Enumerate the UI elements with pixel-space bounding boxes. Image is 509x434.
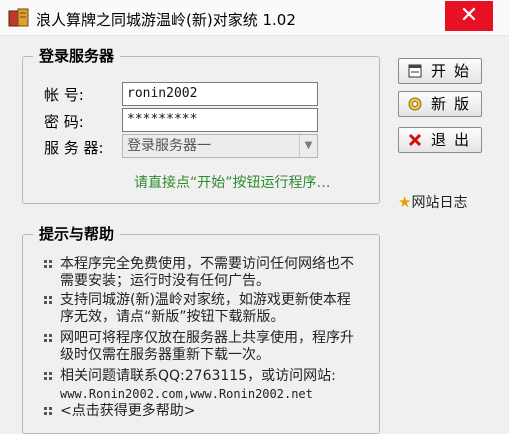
password-label: 密 码: xyxy=(44,113,84,131)
app-book-icon xyxy=(8,8,29,27)
help-item: 支持同城游(新)温岭对家统，如游戏更新使本程序无效，请点“新版”按钮下载新版。 xyxy=(44,292,360,326)
start-button-label: 开始 xyxy=(431,62,478,80)
exit-button-label: 退出 xyxy=(431,131,478,149)
window-title: 浪人算牌之同城游温岭(新)对家统 1.02 xyxy=(36,11,296,29)
exit-button[interactable]: 退出 xyxy=(398,127,482,153)
help-item: 本程序完全免费使用，不需要访问任何网络也不需要安装；运行时没有任何广告。 xyxy=(44,256,360,290)
server-select[interactable]: 登录服务器一 ▼ xyxy=(122,134,318,158)
title-bar: 浪人算牌之同城游温岭(新)对家统 1.02 ✕ xyxy=(0,0,509,36)
account-label: 帐 号: xyxy=(44,86,84,104)
update-button[interactable]: 新版 xyxy=(398,91,482,117)
four-dot-bullet-icon xyxy=(44,260,52,268)
website-links[interactable]: www.Ronin2002.com,www.Ronin2002.net xyxy=(44,386,360,403)
start-button[interactable]: 开始 xyxy=(398,58,482,84)
help-item: 网吧可将程序仅放在服务器上共享使用，程序升级时仅需在服务器重新下载一次。 xyxy=(44,330,360,364)
help-item[interactable]: <点击获得更多帮助> xyxy=(44,403,360,420)
chevron-down-icon[interactable]: ▼ xyxy=(299,135,317,157)
account-input[interactable]: ronin2002 xyxy=(122,82,318,106)
help-item: 相关问题请联系QQ:2763115，或访问网站: xyxy=(44,368,360,385)
four-dot-bullet-icon xyxy=(44,296,52,304)
star-icon: ★ xyxy=(398,193,412,211)
server-label: 服 务 器: xyxy=(44,139,104,157)
help-group-title: 提示与帮助 xyxy=(33,223,121,244)
site-log-link[interactable]: ★网站日志 xyxy=(398,192,467,212)
update-button-label: 新版 xyxy=(431,95,478,113)
site-log-label: 网站日志 xyxy=(411,195,468,211)
four-dot-bullet-icon xyxy=(44,372,52,380)
login-group-title: 登录服务器 xyxy=(33,45,121,66)
start-hint: 请直接点“开始”按钮运行程序… xyxy=(134,175,331,191)
four-dot-bullet-icon xyxy=(44,334,52,342)
gear-icon xyxy=(408,97,422,111)
red-x-icon xyxy=(408,133,422,147)
more-help-link[interactable]: <点击获得更多帮助> xyxy=(60,403,360,420)
four-dot-bullet-icon xyxy=(44,407,52,415)
window-icon xyxy=(408,64,422,78)
server-selected-value: 登录服务器一 xyxy=(127,138,211,154)
password-input[interactable]: ********* xyxy=(122,108,318,132)
close-button[interactable]: ✕ xyxy=(445,1,493,31)
